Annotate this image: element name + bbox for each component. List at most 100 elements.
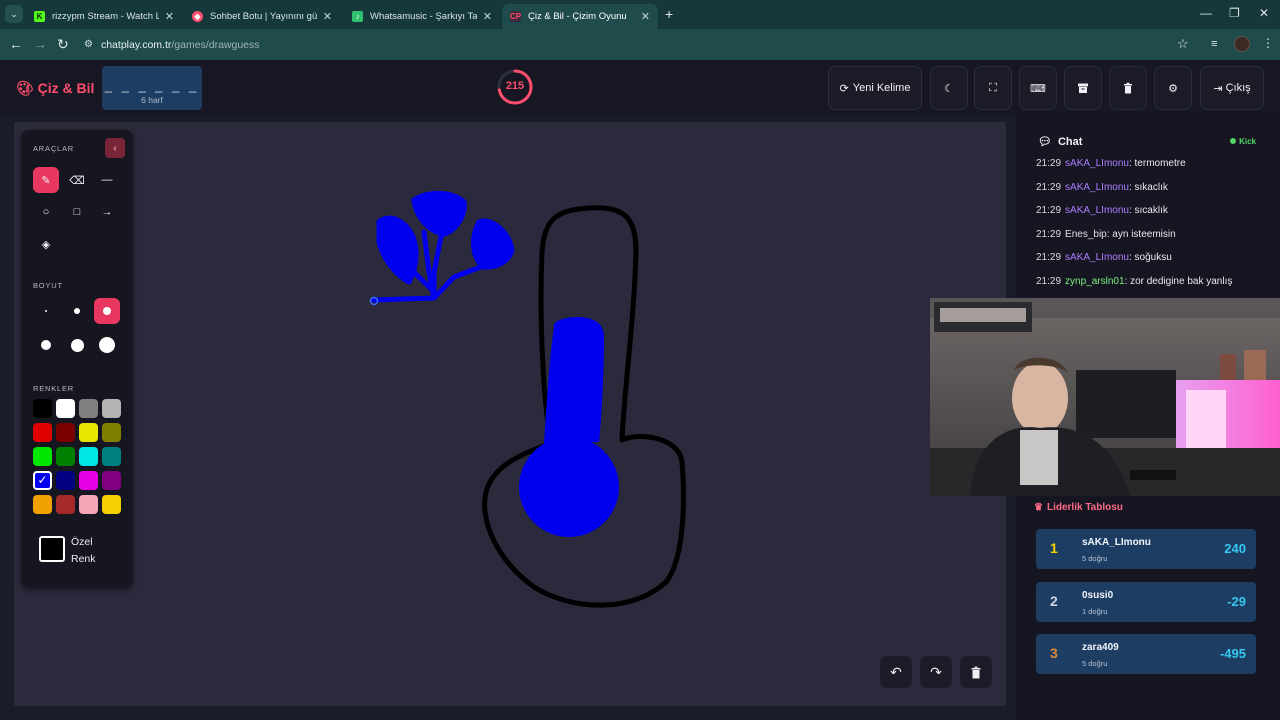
- color-swatch[interactable]: [79, 447, 98, 466]
- close-tab-icon[interactable]: ✕: [641, 10, 650, 23]
- collapse-panel-button[interactable]: ‹: [105, 138, 125, 158]
- color-swatch[interactable]: [56, 495, 75, 514]
- refresh-icon: ⟳: [839, 82, 849, 95]
- message-user[interactable]: sAKA_LImonu: [1065, 182, 1129, 193]
- rank-number: 2: [1050, 592, 1058, 609]
- browser-tab[interactable]: ◆ Sohbet Botu | Yayınını güçlendir ✕: [184, 4, 340, 29]
- colors-section-title: RENKLER: [33, 384, 75, 393]
- fill-tool[interactable]: ◈: [33, 231, 59, 257]
- rectangle-tool[interactable]: □: [64, 199, 90, 225]
- message-text: : zor dedigine bak yanlış: [1124, 276, 1233, 287]
- bookmark-star-icon[interactable]: ☆: [1177, 36, 1189, 52]
- site-info-icon[interactable]: ⚙: [84, 39, 93, 50]
- color-swatch[interactable]: [56, 399, 75, 418]
- line-tool[interactable]: —: [94, 167, 120, 193]
- color-swatch[interactable]: [102, 495, 121, 514]
- music-icon: ♪: [352, 11, 363, 22]
- size-6-button[interactable]: [94, 332, 120, 358]
- dark-mode-button[interactable]: ☾: [930, 66, 968, 110]
- message-user[interactable]: Enes_bip: [1065, 229, 1107, 240]
- keyboard-button[interactable]: ⌨: [1019, 66, 1057, 110]
- settings-button[interactable]: ⚙: [1154, 66, 1192, 110]
- custom-color-button[interactable]: [39, 536, 65, 562]
- paint-icon: CP: [509, 11, 522, 22]
- browser-address-bar: ← → ↻ ⚙ chatplay.com.tr/games/drawguess …: [0, 29, 1280, 60]
- trash-icon: [971, 666, 981, 678]
- color-swatch[interactable]: [79, 423, 98, 442]
- url-field[interactable]: ⚙ chatplay.com.tr/games/drawguess: [84, 33, 1204, 56]
- close-window-icon[interactable]: ✕: [1259, 6, 1269, 20]
- reload-icon[interactable]: ↻: [57, 36, 69, 53]
- clear-button[interactable]: [1109, 66, 1147, 110]
- color-swatch[interactable]: [79, 495, 98, 514]
- new-word-button[interactable]: ⟳ Yeni Kelime: [828, 66, 922, 110]
- color-swatch[interactable]: [33, 495, 52, 514]
- media-control-icon[interactable]: ≡: [1211, 38, 1217, 50]
- profile-avatar[interactable]: [1234, 36, 1250, 52]
- color-swatch[interactable]: [56, 471, 75, 490]
- color-swatch[interactable]: [56, 423, 75, 442]
- color-swatch[interactable]: [33, 447, 52, 466]
- message-user[interactable]: sAKA_LImonu: [1065, 205, 1129, 216]
- forward-icon[interactable]: →: [33, 36, 47, 52]
- arrow-tool[interactable]: →: [94, 199, 120, 225]
- correct-count: 5 doğru: [1082, 554, 1108, 563]
- keyboard-icon: ⌨: [1030, 82, 1046, 95]
- minimize-icon[interactable]: —: [1200, 6, 1212, 20]
- webcam-overlay: [930, 298, 1280, 496]
- size-2-button[interactable]: [64, 298, 90, 324]
- color-swatch[interactable]: [79, 399, 98, 418]
- size-3-button[interactable]: [94, 298, 120, 324]
- color-swatch[interactable]: [33, 423, 52, 442]
- color-swatch[interactable]: [102, 423, 121, 442]
- player-name: zara409: [1082, 642, 1119, 653]
- browser-menu-icon[interactable]: ⋮: [1262, 36, 1274, 50]
- tool-panel: ARAÇLAR ‹ ✎ ⌫ — ○ □ → ◈ BOYUT RENKLER Öz…: [21, 130, 133, 588]
- app-logo[interactable]: 🎨︎ Çiz & Bil: [16, 80, 94, 97]
- size-5-button[interactable]: [64, 332, 90, 358]
- close-tab-icon[interactable]: ✕: [165, 10, 174, 23]
- close-tab-icon[interactable]: ✕: [323, 10, 332, 23]
- new-tab-icon[interactable]: +: [665, 6, 673, 22]
- exit-button[interactable]: ⇥ Çıkış: [1200, 66, 1264, 110]
- redo-button[interactable]: ↷: [920, 656, 952, 688]
- browser-tab[interactable]: ♪ Whatsamusic - Şarkıyı Tahmin Et ✕: [344, 4, 500, 29]
- color-swatch[interactable]: [79, 471, 98, 490]
- leaderboard-panel: ♛ Liderlik Tablosu 1 sAKA_LImonu 5 doğru 240…: [1028, 498, 1264, 688]
- back-icon[interactable]: ←: [9, 36, 23, 52]
- size-1-button[interactable]: [33, 298, 59, 324]
- circle-tool[interactable]: ○: [33, 199, 59, 225]
- close-tab-icon[interactable]: ✕: [483, 10, 492, 23]
- message-user[interactable]: sAKA_LImonu: [1065, 158, 1129, 169]
- color-swatch[interactable]: [33, 399, 52, 418]
- color-swatch[interactable]: [102, 471, 121, 490]
- logout-icon: ⇥: [1213, 82, 1223, 95]
- eraser-tool[interactable]: ⌫: [64, 167, 90, 193]
- archive-button[interactable]: [1064, 66, 1102, 110]
- browser-tab[interactable]: K rizzypm Stream - Watch Live on Kick ✕: [26, 4, 182, 29]
- message-user[interactable]: sAKA_LImonu: [1065, 252, 1129, 263]
- size-4-button[interactable]: [33, 332, 59, 358]
- leaderboard-row: 2 0susi0 1 doğru -29: [1036, 581, 1256, 622]
- color-swatch[interactable]: [102, 399, 121, 418]
- size-section-title: BOYUT: [33, 281, 63, 290]
- custom-color-label[interactable]: Özel Renk: [71, 534, 103, 568]
- flower-strokes: [371, 191, 515, 303]
- fullscreen-icon: ⛶: [989, 81, 997, 94]
- clear-canvas-button[interactable]: [960, 656, 992, 688]
- message-user[interactable]: zynp_arsln01: [1065, 276, 1124, 287]
- leaderboard-title: ♛ Liderlik Tablosu: [1034, 502, 1123, 513]
- player-score: 240: [1224, 541, 1246, 556]
- color-swatch[interactable]: ✓: [33, 471, 52, 490]
- drawing-canvas[interactable]: [14, 122, 1006, 706]
- color-swatch[interactable]: [102, 447, 121, 466]
- undo-button[interactable]: ↶: [880, 656, 912, 688]
- color-swatch[interactable]: [56, 447, 75, 466]
- word-mask: _ _ _ _ _ _: [104, 78, 200, 93]
- moon-icon: ☾: [944, 82, 954, 95]
- tab-search-button[interactable]: ⌄: [5, 5, 23, 23]
- fullscreen-button[interactable]: ⛶: [974, 66, 1012, 110]
- browser-tab-active[interactable]: CP Çiz & Bil - Çizim Oyunu ✕: [502, 4, 658, 29]
- restore-icon[interactable]: ❐: [1229, 6, 1240, 20]
- pencil-tool[interactable]: ✎: [33, 167, 59, 193]
